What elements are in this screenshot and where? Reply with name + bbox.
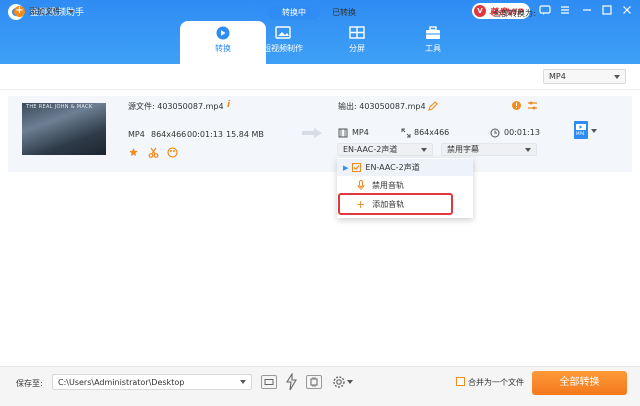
info-circle-icon[interactable]	[511, 100, 522, 114]
add-file-button[interactable]: + 添加文件	[14, 6, 79, 17]
folder-icon[interactable]	[261, 375, 277, 389]
tab-short-video-label: 短视频制作	[263, 44, 303, 53]
microphone-icon	[357, 179, 365, 192]
split-screen-icon	[349, 26, 365, 39]
convert-all-value: MP4	[549, 72, 566, 81]
chevron-down-icon[interactable]	[591, 129, 597, 133]
status-segment: 转换中 已转换	[268, 5, 368, 20]
add-icon: +	[14, 5, 25, 17]
tab-converting[interactable]: 转换中	[268, 5, 320, 20]
chevron-down-icon	[614, 74, 620, 79]
film-icon	[338, 128, 348, 141]
chevron-down-icon	[525, 147, 531, 152]
menu-item-label: 禁用音轨	[372, 181, 404, 190]
effects-icon[interactable]	[128, 147, 139, 161]
settings-sliders-icon[interactable]	[527, 100, 538, 114]
thumbnail-caption: THE REAL JOHN & MACK	[26, 104, 93, 110]
tab-split-screen-label: 分屏	[349, 44, 365, 53]
convert-icon	[216, 26, 230, 40]
info-icon[interactable]: i	[227, 100, 230, 110]
subtitle-value: 禁用字幕	[447, 145, 479, 154]
source-resolution: 864x466	[151, 130, 187, 139]
scissors-icon[interactable]	[148, 147, 159, 161]
output-file-label: 输出: 403050087.mp4	[338, 102, 426, 111]
chevron-down-icon	[240, 380, 246, 384]
merge-label: 合并为一个文件	[468, 378, 524, 387]
menu-item-disable-audio[interactable]: 禁用音轨	[337, 177, 473, 194]
clock-icon	[490, 128, 500, 141]
add-file-label: 添加文件	[29, 7, 61, 16]
audio-track-value: EN-AAC-2声道	[343, 145, 398, 154]
convert-all-select[interactable]: MP4	[543, 69, 626, 84]
resize-icon	[401, 128, 411, 141]
tab-split-screen[interactable]: 分屏	[314, 21, 400, 64]
tab-convert-label: 转换	[215, 44, 231, 53]
maximize-icon[interactable]	[600, 4, 614, 18]
play-arrow-icon: ▶	[343, 163, 349, 172]
add-audio-highlight	[338, 193, 453, 215]
audio-track-select[interactable]: EN-AAC-2声道	[337, 143, 433, 156]
merge-checkbox[interactable]	[456, 377, 465, 386]
checkbox-icon[interactable]	[352, 163, 362, 172]
source-format: MP4	[128, 130, 145, 139]
vip-icon: V	[474, 5, 486, 17]
output-format: MP4	[352, 128, 369, 137]
tab-converted[interactable]: 已转换	[320, 5, 368, 20]
gpu-acceleration-icon[interactable]	[284, 372, 298, 394]
save-to-label: 保存至:	[16, 379, 43, 388]
mp4-format-icon[interactable]: MP4	[573, 120, 589, 143]
menu-item-label: EN-AAC-2声道	[365, 163, 420, 172]
edit-icon[interactable]	[428, 101, 438, 114]
minimize-icon[interactable]	[580, 4, 594, 18]
save-path-value: C:\Users\Administrator\Desktop	[58, 377, 185, 387]
menu-icon[interactable]	[558, 4, 572, 18]
toolbox-icon	[426, 26, 440, 39]
convert-all-label: 全部转换为:	[493, 9, 536, 18]
chat-icon[interactable]	[538, 4, 552, 18]
chevron-down-icon	[68, 9, 74, 14]
hardware-icon[interactable]	[306, 375, 322, 389]
settings-gear-icon[interactable]	[332, 375, 346, 392]
close-icon[interactable]	[620, 4, 634, 18]
video-thumbnail[interactable]	[22, 103, 106, 155]
arrow-right-icon	[302, 128, 322, 138]
image-icon	[275, 26, 291, 39]
output-duration: 00:01:13	[504, 128, 540, 137]
chevron-down-icon[interactable]	[347, 380, 353, 384]
tab-tools[interactable]: 工具	[390, 21, 476, 64]
source-file-label: 源文件: 403050087.mp4	[128, 102, 224, 111]
menu-item-en-aac[interactable]: ▶ EN-AAC-2声道	[337, 159, 473, 176]
chevron-down-icon	[421, 147, 427, 152]
tab-tools-label: 工具	[425, 44, 441, 53]
save-path-field[interactable]: C:\Users\Administrator\Desktop	[52, 374, 252, 390]
convert-all-button[interactable]: 全部转换	[532, 371, 627, 395]
palette-icon[interactable]	[167, 147, 178, 161]
subtitle-select[interactable]: 禁用字幕	[441, 143, 537, 156]
source-size: 15.84 MB	[226, 130, 264, 139]
source-duration: 00:01:13	[187, 130, 223, 139]
output-resolution: 864x466	[414, 128, 450, 137]
format-badge-label: MP4	[576, 131, 585, 136]
